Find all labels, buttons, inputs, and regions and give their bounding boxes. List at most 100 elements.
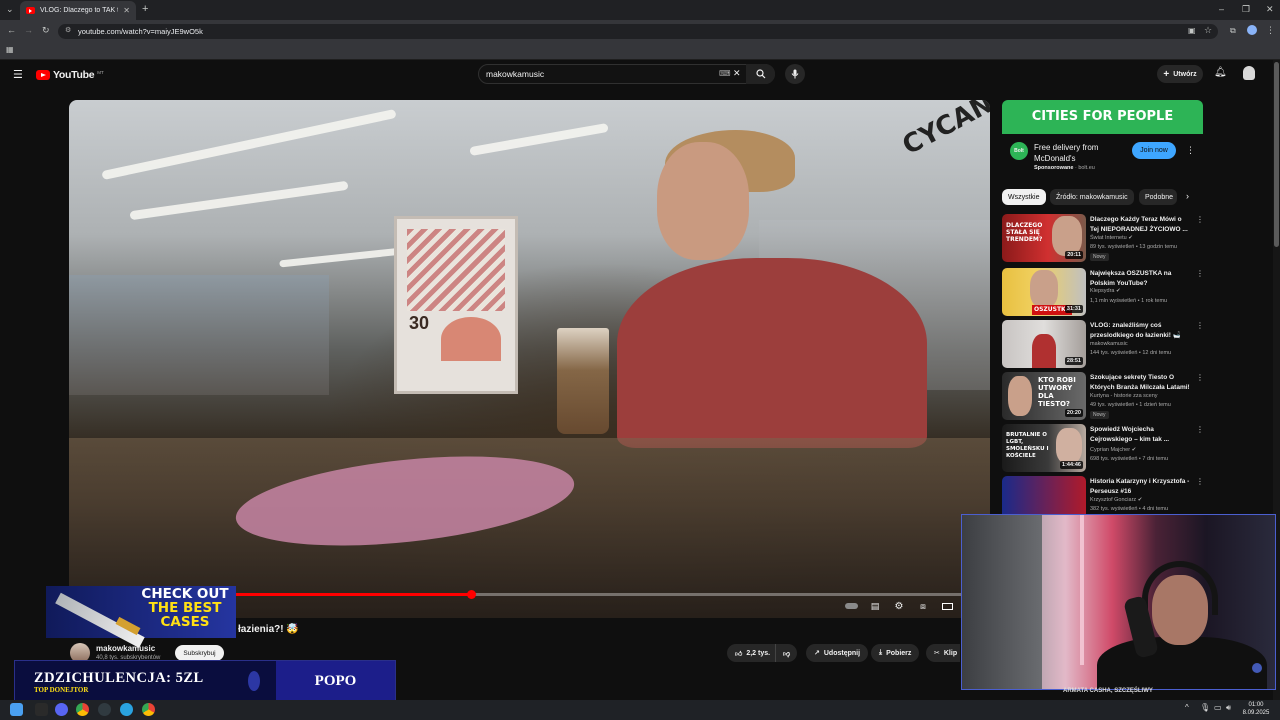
- recommendation-item[interactable]: OSZUSTKA 31:31 Największa OSZUSTKA na Po…: [1002, 268, 1204, 318]
- theater-mode-icon[interactable]: [939, 600, 955, 612]
- ceiling-light: [101, 108, 397, 181]
- tab-list-icon[interactable]: ⌄: [6, 4, 14, 15]
- apps-grid-icon[interactable]: ▦: [6, 45, 14, 54]
- telegram-icon[interactable]: [120, 703, 133, 716]
- recommendation-stats: 89 tys. wyświetleń • 13 godzin temu: [1090, 244, 1177, 250]
- chrome-icon[interactable]: [142, 703, 155, 716]
- recommendation-title: Największa OSZUSTKA na Polskim YouTube?: [1090, 270, 1172, 287]
- create-label: Utwórz: [1173, 70, 1197, 78]
- clip-button[interactable]: ✂ Klip: [926, 644, 960, 662]
- chrome-icon[interactable]: [76, 703, 89, 716]
- scrollbar-thumb[interactable]: [1274, 62, 1279, 247]
- bolt-logo[interactable]: Bolt: [1010, 142, 1028, 160]
- miniplayer-icon[interactable]: ⧈: [915, 600, 931, 612]
- browser-menu-icon[interactable]: ⋮: [1266, 25, 1275, 36]
- video-duration: 28:51: [1064, 357, 1083, 365]
- more-actions-icon[interactable]: ⋮: [1196, 215, 1204, 224]
- share-button[interactable]: ↗ Udostępnij: [806, 644, 869, 662]
- like-button[interactable]: 👍︎ 2,2 tys.: [727, 644, 777, 662]
- settings-gear-icon[interactable]: ⚙: [891, 600, 907, 612]
- new-tab-button[interactable]: +: [142, 3, 148, 15]
- autoplay-toggle[interactable]: [843, 600, 859, 612]
- minimize-button[interactable]: –: [1219, 4, 1224, 14]
- ad-more-icon[interactable]: ⋮: [1186, 145, 1195, 156]
- promo-text: CHECK OUT THE BEST CASES: [130, 587, 240, 629]
- tray-overflow-icon[interactable]: ^: [1185, 703, 1189, 712]
- tray-mic-icon[interactable]: 🎙︎: [1200, 703, 1210, 712]
- more-actions-icon[interactable]: ⋮: [1196, 425, 1204, 434]
- recommendation-item[interactable]: KTO ROBI UTWORY DLA TIESTO? 20:20 Szokuj…: [1002, 372, 1204, 422]
- subscribe-button[interactable]: Subskrybuj: [175, 645, 224, 661]
- profile-avatar[interactable]: [1247, 25, 1257, 35]
- promo-line-2: THE BEST: [148, 600, 222, 616]
- thumbnail-text: DLACZEGO STAŁA SIĘ TRENDEM?: [1006, 222, 1043, 243]
- chip-from-channel[interactable]: Źródło: makowkamusic: [1050, 189, 1134, 205]
- url-text: youtube.com/watch?v=maiyJE9wO5k: [78, 27, 203, 36]
- search-input[interactable]: makowkamusic ⌨ ✕: [478, 64, 775, 84]
- steam-icon[interactable]: [98, 703, 111, 716]
- progress-scrubber[interactable]: [466, 590, 476, 599]
- video-duration: 20:11: [1065, 251, 1083, 259]
- recommendation-channel: Krzysztof Gonciarz ✔: [1090, 497, 1143, 503]
- subtitles-icon[interactable]: ▤: [867, 600, 883, 612]
- reload-icon[interactable]: ↻: [42, 25, 50, 36]
- taskbar-app-icon[interactable]: [35, 703, 48, 716]
- search-button[interactable]: [746, 64, 775, 84]
- notifications-bell-icon[interactable]: 🔔︎: [1214, 67, 1227, 78]
- join-now-button[interactable]: Join now: [1132, 142, 1176, 159]
- clear-search-icon[interactable]: ✕: [733, 68, 741, 79]
- site-info-icon[interactable]: ⚙: [65, 26, 71, 34]
- guide-menu-icon[interactable]: ☰: [13, 68, 23, 81]
- youtube-play-icon: [36, 70, 50, 80]
- more-actions-icon[interactable]: ⋮: [1196, 321, 1204, 330]
- recommendation-item[interactable]: DLACZEGO STAŁA SIĘ TRENDEM? 20:11 Dlacze…: [1002, 214, 1204, 264]
- back-icon[interactable]: ←: [7, 25, 16, 35]
- browser-tab[interactable]: VLOG: Dlaczego to TAK trudne ✕: [20, 1, 136, 20]
- recommendation-stats: 144 tys. wyświetleń • 12 dni temu: [1090, 350, 1172, 356]
- search-icon: [755, 69, 765, 79]
- start-icon[interactable]: [10, 703, 23, 716]
- dislike-button[interactable]: 👎︎: [775, 644, 798, 662]
- channel-name[interactable]: makowkamusic: [96, 644, 155, 653]
- iced-coffee-cup: [557, 328, 609, 434]
- plus-icon: +: [1163, 68, 1170, 80]
- clock-date: 8.09.2025: [1242, 710, 1270, 716]
- download-icon: ⤓: [879, 649, 883, 656]
- ad-banner-image[interactable]: CITIES FOR PEOPLE: [1002, 100, 1203, 134]
- maximize-button[interactable]: ❐: [1242, 4, 1250, 15]
- discord-icon[interactable]: [55, 703, 68, 716]
- recommendation-channel: Świat Internetu ✔: [1090, 235, 1133, 241]
- install-app-icon[interactable]: ▣: [1188, 26, 1196, 35]
- account-avatar[interactable]: [1243, 66, 1255, 80]
- chip-all[interactable]: Wszystkie: [1002, 189, 1046, 205]
- youtube-logo[interactable]: YouTube MT: [36, 69, 104, 81]
- share-label: Udostępnij: [823, 649, 861, 657]
- voice-search-button[interactable]: [785, 64, 805, 84]
- ad-title[interactable]: Free delivery from McDonald's: [1034, 142, 1124, 164]
- network-icon[interactable]: ▭: [1214, 703, 1222, 712]
- thumbs-down-icon: 👎︎: [783, 650, 791, 658]
- url-bar[interactable]: ⚙ youtube.com/watch?v=maiyJE9wO5k: [58, 24, 1218, 39]
- recommendation-item[interactable]: 28:51 VLOG: znaleźliśmy coś przeslodkieg…: [1002, 320, 1204, 370]
- poster-number: 30: [409, 313, 430, 333]
- video-player[interactable]: 30 CYCAN ▤ ⚙ ⧈: [69, 100, 990, 618]
- download-button[interactable]: ⤓ Pobierz: [871, 644, 920, 662]
- volume-icon[interactable]: 🔊︎: [1226, 703, 1231, 713]
- window-close-button[interactable]: ✕: [1266, 4, 1274, 15]
- tab-close-icon[interactable]: ✕: [123, 6, 130, 15]
- more-actions-icon[interactable]: ⋮: [1196, 477, 1204, 486]
- chip-related[interactable]: Podobne: [1139, 189, 1177, 205]
- bookmark-star-icon[interactable]: ☆: [1204, 25, 1212, 36]
- recommendation-item[interactable]: BRUTALNIE O LGBT, SMOLEŃSKU I KOŚCIELE 1…: [1002, 424, 1204, 474]
- extensions-icon[interactable]: ⧉: [1230, 26, 1236, 36]
- microphone-icon: [791, 69, 799, 79]
- forward-icon[interactable]: →: [24, 25, 33, 35]
- more-actions-icon[interactable]: ⋮: [1196, 269, 1204, 278]
- create-button[interactable]: + Utwórz: [1157, 65, 1203, 83]
- keyboard-icon[interactable]: ⌨: [719, 69, 731, 78]
- chips-next-icon[interactable]: ›: [1186, 191, 1189, 201]
- taskbar-clock[interactable]: 01:00 8.09.2025: [1236, 701, 1276, 717]
- verified-icon: ✔: [1131, 447, 1137, 453]
- more-actions-icon[interactable]: ⋮: [1196, 373, 1204, 382]
- thumbnail-text: KTO ROBI UTWORY DLA TIESTO?: [1038, 376, 1076, 408]
